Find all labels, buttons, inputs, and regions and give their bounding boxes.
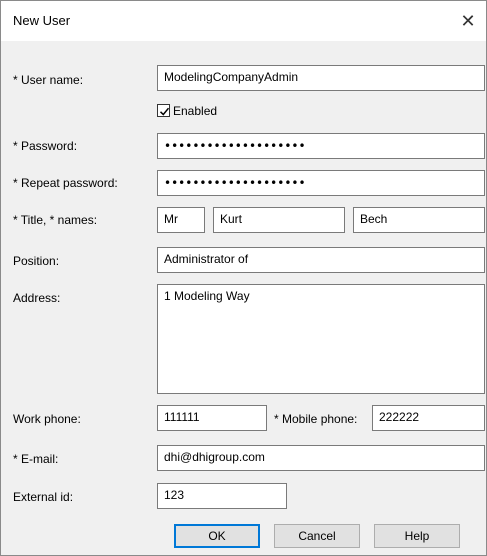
last-name-input[interactable]: Bech: [353, 207, 485, 233]
position-label: Position:: [13, 254, 60, 268]
title-input[interactable]: Mr: [157, 207, 205, 233]
title-bar: New User ✕: [1, 1, 486, 41]
password-input[interactable]: ••••••••••••••••••••: [157, 133, 485, 159]
email-label: * E-mail:: [13, 452, 59, 466]
address-textarea[interactable]: 1 Modeling Way: [157, 284, 485, 394]
ok-button[interactable]: OK: [174, 524, 260, 548]
address-label: Address:: [13, 291, 61, 305]
help-button[interactable]: Help: [374, 524, 460, 548]
first-name-input[interactable]: Kurt: [213, 207, 345, 233]
repeat-password-input[interactable]: ••••••••••••••••••••: [157, 170, 485, 196]
new-user-dialog: New User ✕ * User name: ModelingCompanyA…: [0, 0, 487, 556]
mobile-phone-label: * Mobile phone:: [274, 412, 358, 426]
close-icon[interactable]: ✕: [454, 9, 482, 33]
cancel-button[interactable]: Cancel: [274, 524, 360, 548]
password-label: * Password:: [13, 139, 78, 153]
work-phone-input[interactable]: 111111: [157, 405, 267, 431]
work-phone-label: Work phone:: [13, 412, 81, 426]
user-name-input[interactable]: ModelingCompanyAdmin: [157, 65, 485, 91]
checkmark-icon: [159, 107, 170, 116]
external-id-input[interactable]: 123: [157, 483, 287, 509]
title-names-label: * Title, * names:: [13, 213, 98, 227]
repeat-password-label: * Repeat password:: [13, 176, 118, 190]
user-name-label: * User name:: [13, 73, 84, 87]
dialog-title: New User: [13, 13, 71, 28]
mobile-phone-input[interactable]: 222222: [372, 405, 485, 431]
position-input[interactable]: Administrator of: [157, 247, 485, 273]
email-input[interactable]: dhi@dhigroup.com: [157, 445, 485, 471]
external-id-label: External id:: [13, 490, 74, 504]
enabled-checkbox[interactable]: [157, 104, 170, 117]
enabled-label: Enabled: [173, 104, 218, 118]
